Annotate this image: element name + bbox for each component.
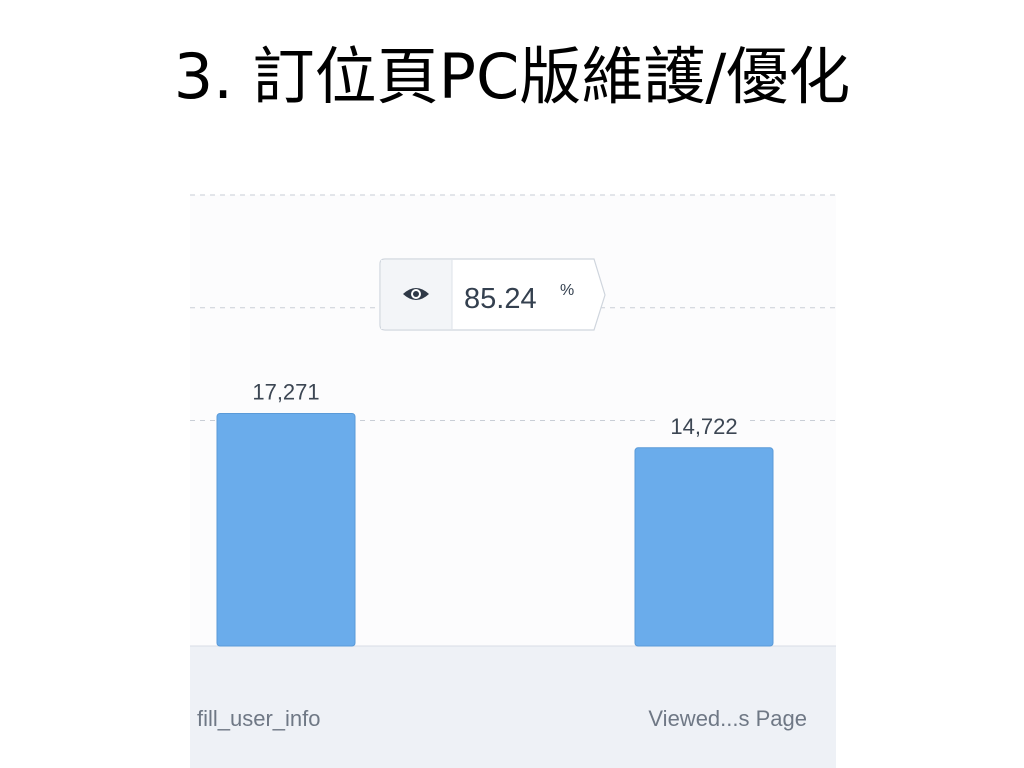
funnel-bar-chart: 17,271 14,722 fill_user_info Viewed...s Pa… — [190, 194, 836, 768]
bar-fill-user-info[interactable] — [216, 412, 356, 647]
conversion-rate-unit: % — [560, 282, 574, 299]
conversion-badge[interactable]: 85.24 % — [379, 258, 606, 331]
conversion-rate-value: 85.24 — [464, 283, 537, 315]
bar-value-label: 14,722 — [670, 414, 737, 439]
category-label: Viewed...s Page — [648, 706, 807, 731]
bar-viewed-s-page[interactable] — [634, 447, 774, 647]
bar-value-label: 17,271 — [252, 379, 319, 404]
category-label: fill_user_info — [197, 706, 321, 731]
